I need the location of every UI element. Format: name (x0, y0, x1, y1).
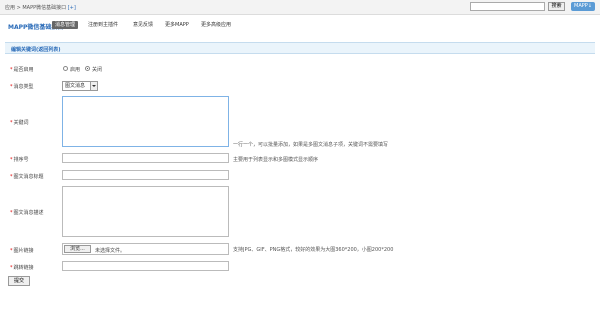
browse-button[interactable]: 浏览... (64, 245, 91, 253)
enabled-radio-off[interactable] (85, 66, 90, 71)
keyword-textarea[interactable] (62, 96, 229, 147)
sort-input[interactable] (62, 153, 229, 163)
file-status: 未选择文件。 (95, 248, 126, 254)
tab-more-advanced-apps[interactable]: 更多高级应用 (198, 21, 234, 29)
keyword-label: *关键词 (10, 120, 29, 126)
tab-more-mapp[interactable]: 更多MAPP (162, 21, 192, 29)
sort-hint: 主要用于列表显示和多图模式显示顺序 (233, 157, 319, 163)
desc-label: *图文消息描述 (10, 210, 44, 216)
top-bar: 应用 > MAPP微信基础接口 [+] 搜索 MAPP↓ (0, 0, 600, 15)
image-hint: 支持JPG、GIF、PNG格式，较好的效果为大图360*200，小图200*20… (233, 247, 394, 253)
tab-message-management[interactable]: 消息管理 (52, 21, 79, 29)
enabled-label: *是否启用 (10, 67, 34, 73)
image-label: *图片链接 (10, 248, 34, 254)
sub-nav: MAPP微信基础接口 消息管理 注册到主插件 意见反馈 更多MAPP 更多高级应… (0, 17, 600, 33)
title-input[interactable] (62, 170, 229, 180)
msg-type-value: 图文消息 (65, 83, 86, 89)
panel-header: 编辑关键词(返回列表) (5, 42, 595, 54)
add-shortcut-link[interactable]: [+] (68, 5, 76, 11)
desc-textarea[interactable] (62, 186, 229, 237)
link-input[interactable] (62, 261, 229, 271)
msg-type-label: *消息类型 (10, 84, 34, 90)
chevron-down-icon (90, 82, 97, 90)
msg-type-select[interactable]: 图文消息 (62, 81, 98, 91)
mapp-badge[interactable]: MAPP↓ (571, 2, 595, 11)
enabled-option-off-label: 关闭 (92, 67, 103, 73)
tab-register-main-plugin[interactable]: 注册到主插件 (85, 21, 121, 29)
sort-label: *排序号 (10, 157, 29, 163)
link-label: *跳转链接 (10, 265, 34, 271)
keyword-hint: 一行一个，可以批量添加，如果是多图文消息子项，关键词不需要填写 (233, 142, 389, 148)
panel-title[interactable]: 编辑关键词(返回列表) (11, 46, 61, 53)
title-label: *图文消息标题 (10, 174, 44, 180)
enabled-option-on-label: 启用 (70, 67, 81, 73)
breadcrumb-text: 应用 > MAPP微信基础接口 (5, 5, 67, 11)
breadcrumb: 应用 > MAPP微信基础接口 [+] (5, 4, 76, 11)
submit-button[interactable]: 提交 (8, 276, 30, 286)
search-button[interactable]: 搜索 (548, 2, 565, 11)
enabled-radio-on[interactable] (63, 66, 68, 71)
tab-feedback[interactable]: 意见反馈 (130, 21, 156, 29)
search-input[interactable] (470, 2, 545, 11)
